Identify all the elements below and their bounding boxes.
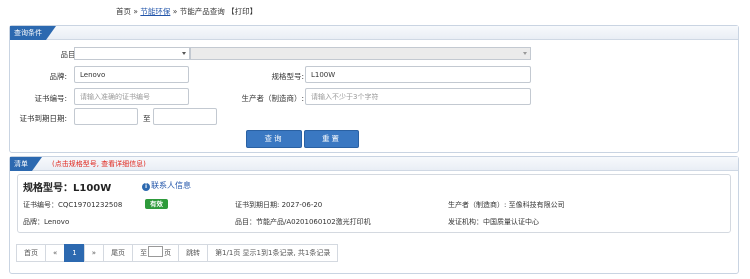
model-label: 规格型号:: [271, 72, 304, 81]
breadcrumb: 首页 » 节能环保 » 节能产品查询 【打印】: [116, 7, 258, 16]
maker-name: 生产者（制造商）: 至像科技有限公司: [448, 201, 565, 209]
query-panel: 查询条件 品目: 品牌: 规格型号: 证书编号: 生产者（制造商）: 证书到期日…: [9, 25, 739, 153]
goto-page: 至页: [132, 244, 180, 262]
category-select[interactable]: [74, 47, 190, 60]
maker-input[interactable]: [305, 88, 531, 105]
print-link[interactable]: 【打印】: [227, 7, 257, 16]
page-1-button[interactable]: 1: [64, 244, 85, 262]
query-panel-header: 查询条件: [10, 26, 738, 40]
breadcrumb-page: 节能产品查询: [179, 7, 225, 16]
expiry-from-input[interactable]: [74, 108, 138, 125]
list-panel-header: 清单 (点击规格型号, 查看详细信息): [10, 157, 738, 171]
contact-link[interactable]: i 联系人信息: [142, 180, 191, 191]
breadcrumb-home[interactable]: 首页: [116, 7, 131, 16]
chevron-down-icon: [523, 52, 527, 55]
page-number-input[interactable]: [148, 246, 164, 257]
list-panel: 清单 (点击规格型号, 查看详细信息) 规格型号：L100W i 联系人信息 证书…: [9, 156, 739, 274]
expiry-to-input[interactable]: [153, 108, 217, 125]
jump-button[interactable]: 跳转: [178, 244, 209, 262]
to-label: 至: [143, 114, 151, 123]
subcategory-select: [190, 47, 531, 60]
reset-button[interactable]: 重置: [304, 130, 359, 148]
list-panel-title: 清单: [10, 157, 42, 171]
expiry-label: 证书到期日期:: [19, 114, 67, 123]
cert-input[interactable]: [74, 88, 189, 105]
list-hint: (点击规格型号, 查看详细信息): [52, 160, 146, 168]
info-icon: i: [142, 183, 150, 191]
cert-number: 证书编号：CQC19701232508: [23, 201, 123, 209]
chevron-down-icon: [182, 52, 186, 55]
brand-value: 品牌：Lenovo: [23, 218, 70, 226]
search-button[interactable]: 查询: [246, 130, 302, 148]
pagination: 首页 « 1 » 尾页 至页 跳转 第1/1页 显示1到1条记录, 共1条记录: [16, 244, 339, 262]
issuer-value: 发证机构：中国质量认证中心: [448, 218, 539, 226]
expiry-date: 证书到期日期: 2027-06-20: [235, 201, 323, 209]
next-page-button[interactable]: »: [83, 244, 105, 262]
status-badge: 有效: [145, 199, 168, 209]
query-panel-title: 查询条件: [10, 26, 56, 40]
brand-label: 品牌:: [49, 72, 67, 81]
page-summary: 第1/1页 显示1到1条记录, 共1条记录: [207, 244, 339, 262]
prev-page-button[interactable]: «: [45, 244, 66, 262]
cert-label: 证书编号:: [34, 94, 67, 103]
model-input[interactable]: [305, 66, 531, 83]
last-page-button[interactable]: 尾页: [103, 244, 134, 262]
first-page-button[interactable]: 首页: [16, 244, 46, 262]
category-value: 品目：节能产品/A0201060102激光打印机: [235, 218, 371, 226]
maker-label: 生产者（制造商）:: [241, 94, 304, 103]
result-card: 规格型号：L100W i 联系人信息 证书编号：CQC19701232508 有效…: [17, 174, 731, 233]
brand-input[interactable]: [74, 66, 189, 83]
breadcrumb-section[interactable]: 节能环保: [140, 7, 170, 16]
model-link[interactable]: 规格型号：L100W: [23, 179, 111, 194]
